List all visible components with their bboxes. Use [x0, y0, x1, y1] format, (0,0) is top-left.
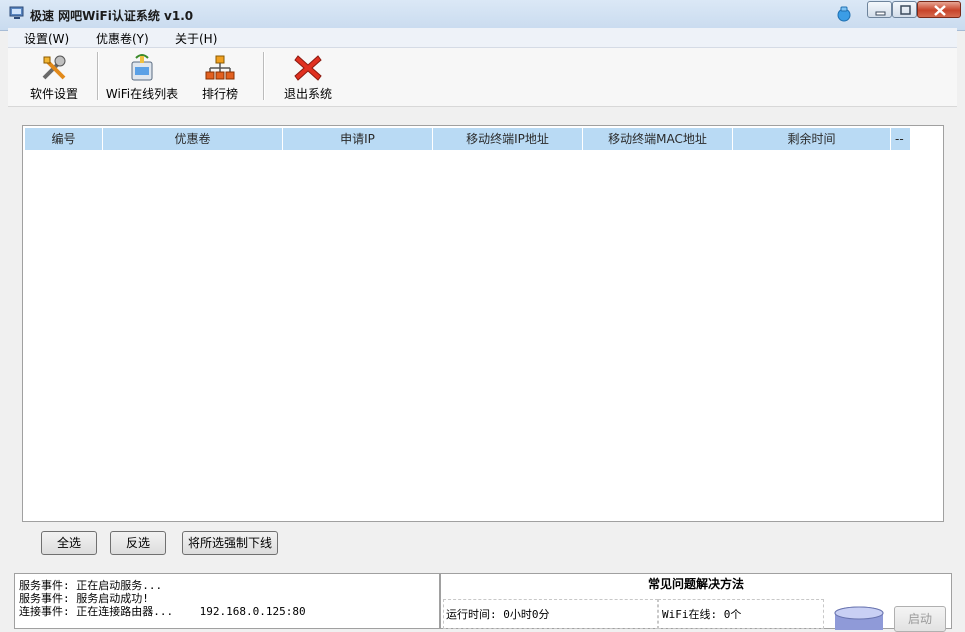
force-offline-button[interactable]: 将所选强制下线 — [182, 531, 278, 555]
invert-selection-button[interactable]: 反选 — [110, 531, 166, 555]
menu-bar: 设置(W) 优惠卷(Y) 关于(H) — [8, 28, 957, 48]
log-line: 连接事件: 正在连接路由器... 192.168.0.125:80 — [19, 605, 306, 618]
title-bar: 极速 网吧WiFi认证系统 v1.0 — [0, 0, 965, 31]
tools-icon — [42, 55, 66, 80]
menu-coupons[interactable]: 优惠卷(Y) — [96, 30, 149, 47]
faq-title[interactable]: 常见问题解决方法 — [441, 575, 951, 592]
close-button[interactable] — [917, 1, 961, 18]
router-icon — [131, 54, 153, 81]
info-panel: 常见问题解决方法 运行时间: 0小时0分 WiFi在线: 0个 启动 — [440, 573, 952, 632]
online-list-table: 编号 优惠卷 申请IP 移动终端IP地址 移动终端MAC地址 剩余时间 -- — [22, 125, 944, 522]
column-header[interactable]: -- — [891, 128, 911, 150]
tool-label: 软件设置 — [29, 87, 78, 101]
column-header[interactable]: 剩余时间 — [733, 128, 891, 150]
ranking-button[interactable]: 排行榜 — [194, 48, 246, 106]
toolbar-separator — [97, 52, 99, 100]
event-log: 服务事件: 正在启动服务... 服务事件: 服务启动成功! 连接事件: 正在连接… — [14, 573, 440, 629]
tool-label: WiFi在线列表 — [105, 87, 179, 101]
start-button[interactable]: 启动 — [894, 606, 946, 632]
database-icon — [834, 606, 884, 630]
toolbar: 软件设置 WiFi在线列表 排行榜 退出系统 — [8, 48, 957, 107]
app-icon — [9, 6, 24, 19]
column-header[interactable]: 移动终端MAC地址 — [583, 128, 733, 150]
maximize-icon — [900, 5, 911, 15]
close-icon — [934, 5, 946, 16]
select-all-button[interactable]: 全选 — [41, 531, 97, 555]
column-header[interactable]: 编号 — [25, 128, 103, 150]
wifi-online-list-button[interactable]: WiFi在线列表 — [102, 48, 182, 106]
runtime-stat: 运行时间: 0小时0分 — [446, 608, 550, 621]
toolbar-separator — [263, 52, 265, 100]
window-title: 极速 网吧WiFi认证系统 v1.0 — [30, 9, 194, 23]
tool-label: 排行榜 — [201, 87, 238, 101]
column-header[interactable]: 优惠卷 — [103, 128, 283, 150]
exit-x-icon — [294, 55, 322, 81]
minimize-button[interactable] — [867, 1, 892, 18]
table-header: 编号 优惠卷 申请IP 移动终端IP地址 移动终端MAC地址 剩余时间 -- — [25, 128, 911, 150]
menu-about[interactable]: 关于(H) — [175, 30, 217, 47]
menu-settings[interactable]: 设置(W) — [24, 30, 69, 47]
gem-icon[interactable] — [836, 6, 852, 22]
hierarchy-icon — [205, 55, 235, 80]
exit-system-button[interactable]: 退出系统 — [278, 48, 338, 106]
column-header[interactable]: 移动终端IP地址 — [433, 128, 583, 150]
minimize-icon — [875, 11, 886, 16]
maximize-button[interactable] — [892, 1, 917, 18]
tool-label: 退出系统 — [283, 87, 332, 101]
software-settings-button[interactable]: 软件设置 — [24, 48, 84, 106]
wifi-online-stat: WiFi在线: 0个 — [662, 608, 742, 621]
column-header[interactable]: 申请IP — [283, 128, 433, 150]
